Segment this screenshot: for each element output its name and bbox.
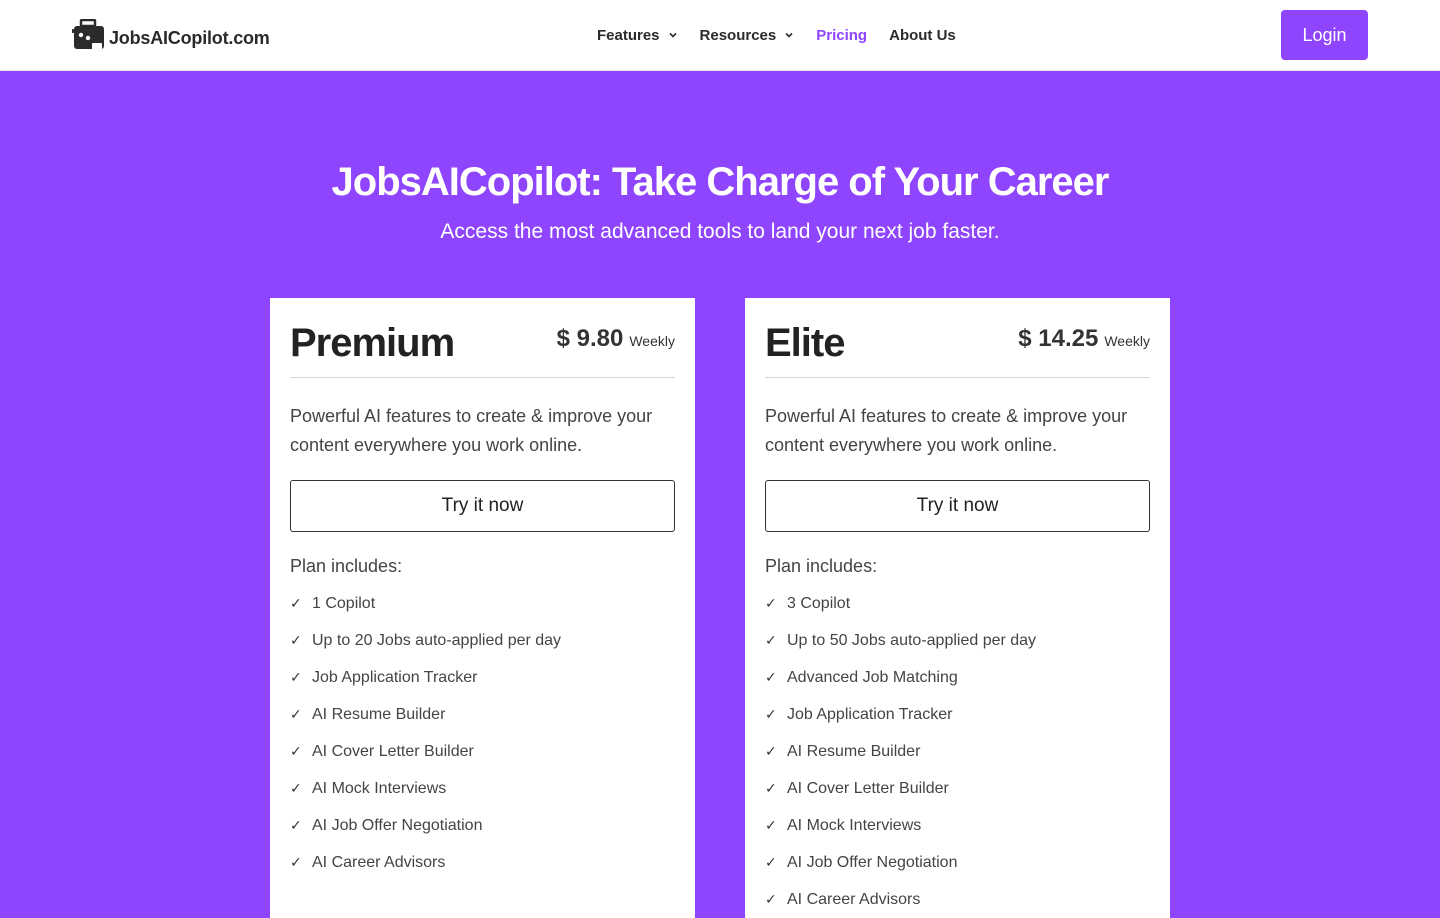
- feature-item: ✓ AI Cover Letter Builder: [290, 733, 675, 770]
- feature-item: ✓ AI Job Offer Negotiation: [765, 844, 1150, 881]
- check-icon: ✓: [290, 854, 302, 870]
- check-icon: ✓: [765, 780, 777, 796]
- logo[interactable]: JobsAICopilot.com: [72, 19, 270, 51]
- check-icon: ✓: [765, 817, 777, 833]
- nav-features-label: Features: [597, 26, 660, 44]
- feature-text: AI Mock Interviews: [787, 816, 922, 834]
- nav-pricing[interactable]: Pricing: [816, 27, 867, 44]
- price-block: $ 9.80 Weekly: [557, 325, 675, 377]
- feature-item: ✓ Advanced Job Matching: [765, 659, 1150, 696]
- check-icon: ✓: [765, 595, 777, 611]
- login-button[interactable]: Login: [1281, 10, 1368, 60]
- nav-resources[interactable]: Resources: [700, 27, 795, 44]
- check-icon: ✓: [765, 632, 777, 648]
- feature-text: AI Job Offer Negotiation: [312, 816, 483, 834]
- feature-text: Advanced Job Matching: [787, 668, 958, 686]
- check-icon: ✓: [290, 743, 302, 759]
- feature-item: ✓ Job Application Tracker: [765, 696, 1150, 733]
- site-header: JobsAICopilot.com Features Resources Pri…: [0, 0, 1440, 71]
- hero-title: JobsAICopilot: Take Charge of Your Caree…: [331, 160, 1110, 204]
- check-icon: ✓: [290, 706, 302, 722]
- nav-pricing-label: Pricing: [816, 26, 868, 44]
- feature-text: 1 Copilot: [312, 594, 376, 612]
- check-icon: ✓: [765, 706, 777, 722]
- feature-item: ✓ AI Job Offer Negotiation: [290, 807, 675, 844]
- check-icon: ✓: [290, 780, 302, 796]
- feature-text: AI Cover Letter Builder: [312, 742, 474, 760]
- plan-includes-label: Plan includes:: [765, 556, 878, 576]
- check-icon: ✓: [290, 632, 302, 648]
- feature-text: Job Application Tracker: [312, 668, 478, 686]
- plan-price: $ 9.80: [556, 325, 624, 352]
- main-nav: Features Resources Pricing About Us: [597, 0, 978, 70]
- feature-text: Up to 20 Jobs auto-applied per day: [312, 631, 562, 649]
- pricing-card-premium: Premium $ 9.80 Weekly Powerful AI featur…: [270, 298, 695, 918]
- feature-item: ✓ Job Application Tracker: [290, 659, 675, 696]
- feature-text: AI Resume Builder: [312, 705, 446, 723]
- feature-text: AI Resume Builder: [787, 742, 921, 760]
- logo-text: JobsAICopilot.com: [109, 27, 270, 48]
- card-header: Premium $ 9.80 Weekly: [290, 318, 675, 378]
- card-header: Elite $ 14.25 Weekly: [765, 318, 1150, 378]
- feature-item: ✓ Up to 20 Jobs auto-applied per day: [290, 622, 675, 659]
- briefcase-robot-icon: [72, 19, 104, 50]
- feature-item: ✓ 3 Copilot: [765, 585, 1150, 622]
- plan-description: Powerful AI features to create & improve…: [765, 406, 1128, 455]
- feature-item: ✓ AI Mock Interviews: [290, 770, 675, 807]
- check-icon: ✓: [765, 669, 777, 685]
- nav-about-us-label: About Us: [889, 26, 956, 44]
- try-it-now-button[interactable]: Try it now: [290, 480, 675, 532]
- feature-text: AI Cover Letter Builder: [787, 779, 949, 797]
- feature-text: AI Career Advisors: [312, 853, 446, 871]
- plan-price: $ 14.25: [1018, 325, 1099, 352]
- pricing-card-elite: Elite $ 14.25 Weekly Powerful AI feature…: [745, 298, 1170, 918]
- plan-name: Premium: [290, 321, 455, 365]
- feature-item: ✓ AI Resume Builder: [765, 733, 1150, 770]
- nav-features[interactable]: Features: [597, 27, 678, 44]
- plan-period: Weekly: [629, 333, 675, 349]
- price-block: $ 14.25 Weekly: [1018, 325, 1150, 377]
- try-it-now-button[interactable]: Try it now: [765, 480, 1150, 532]
- check-icon: ✓: [765, 854, 777, 870]
- check-icon: ✓: [290, 669, 302, 685]
- feature-text: Job Application Tracker: [787, 705, 953, 723]
- feature-text: AI Mock Interviews: [312, 779, 447, 797]
- feature-text: 3 Copilot: [787, 594, 851, 612]
- plan-includes-label: Plan includes:: [290, 556, 403, 576]
- nav-about-us[interactable]: About Us: [889, 27, 956, 44]
- feature-list: ✓ 1 Copilot ✓ Up to 20 Jobs auto-applied p…: [290, 585, 675, 881]
- nav-resources-label: Resources: [699, 26, 777, 44]
- feature-item: ✓ 1 Copilot: [290, 585, 675, 622]
- plan-name: Elite: [765, 321, 845, 365]
- check-icon: ✓: [290, 595, 302, 611]
- feature-text: Up to 50 Jobs auto-applied per day: [787, 631, 1037, 649]
- plan-period: Weekly: [1104, 333, 1150, 349]
- chevron-down-icon: [668, 32, 677, 38]
- feature-item: ✓ AI Mock Interviews: [765, 807, 1150, 844]
- feature-list: ✓ 3 Copilot ✓ Up to 50 Jobs auto-applied p…: [765, 585, 1150, 918]
- hero-subtitle: Access the most advanced tools to land y…: [440, 220, 1000, 243]
- feature-item: ✓ AI Resume Builder: [290, 696, 675, 733]
- check-icon: ✓: [765, 743, 777, 759]
- check-icon: ✓: [290, 817, 302, 833]
- feature-item: ✓ Up to 50 Jobs auto-applied per day: [765, 622, 1150, 659]
- plan-description: Powerful AI features to create & improve…: [290, 406, 653, 455]
- feature-item: ✓ AI Career Advisors: [290, 844, 675, 881]
- chevron-down-icon: [785, 32, 793, 38]
- feature-item: ✓ AI Cover Letter Builder: [765, 770, 1150, 807]
- feature-text: AI Job Offer Negotiation: [787, 853, 958, 871]
